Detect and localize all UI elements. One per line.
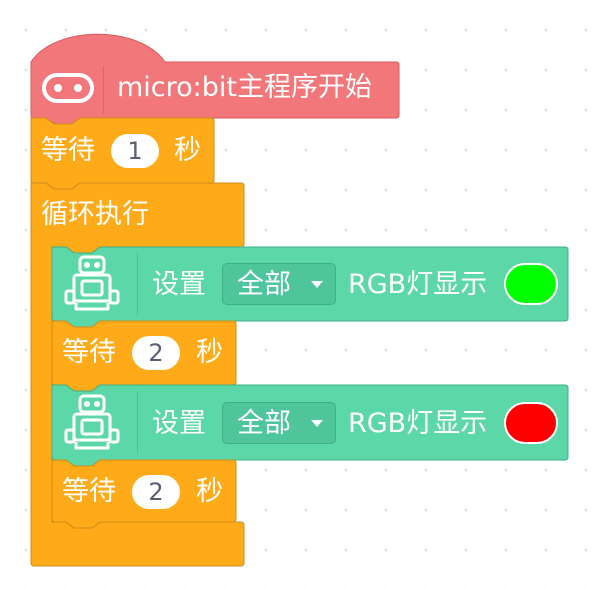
wait-unit-label: 秒 — [196, 337, 223, 368]
led-target-dropdown[interactable]: 全部 — [222, 402, 336, 444]
set-rgb-block-1[interactable]: 设置 全部 RGB灯显示 — [52, 247, 568, 321]
set-divider — [137, 391, 138, 453]
chevron-down-icon — [311, 281, 323, 288]
hat-label: micro:bit主程序开始 — [117, 72, 372, 103]
set-divider — [137, 253, 138, 315]
color-swatch[interactable] — [504, 402, 558, 444]
color-swatch[interactable] — [504, 263, 558, 305]
hat-divider — [103, 66, 104, 114]
robot-icon — [64, 255, 120, 311]
wait-label: 等待 — [62, 476, 116, 507]
wait-block-2[interactable]: 等待 2 秒 — [52, 321, 236, 385]
wait-seconds-input[interactable]: 2 — [132, 475, 180, 509]
wait-label: 等待 — [62, 337, 116, 368]
wait-unit-label: 秒 — [174, 135, 201, 166]
set-label: 设置 — [152, 269, 206, 300]
wait-label: 等待 — [41, 135, 95, 166]
wait-unit-label: 秒 — [196, 476, 223, 507]
led-target-dropdown[interactable]: 全部 — [222, 263, 336, 305]
wait-seconds-input[interactable]: 2 — [132, 336, 180, 370]
set-rgb-block-2[interactable]: 设置 全部 RGB灯显示 — [52, 385, 568, 460]
robot-icon — [64, 394, 120, 450]
rgb-display-label: RGB灯显示 — [348, 269, 488, 300]
wait-block-1[interactable]: 等待 1 秒 — [31, 118, 214, 183]
chevron-down-icon — [311, 420, 323, 427]
led-target-value: 全部 — [237, 408, 291, 439]
loop-label: 循环执行 — [41, 199, 149, 230]
set-label: 设置 — [152, 408, 206, 439]
rgb-display-label: RGB灯显示 — [348, 408, 488, 439]
wait-block-3[interactable]: 等待 2 秒 — [52, 460, 236, 522]
wait-seconds-input[interactable]: 1 — [111, 134, 159, 168]
led-target-value: 全部 — [237, 269, 291, 300]
forever-loop-block[interactable]: 循环执行 — [31, 183, 244, 247]
hat-block[interactable]: micro:bit主程序开始 — [31, 62, 399, 118]
microbit-icon — [42, 73, 94, 103]
